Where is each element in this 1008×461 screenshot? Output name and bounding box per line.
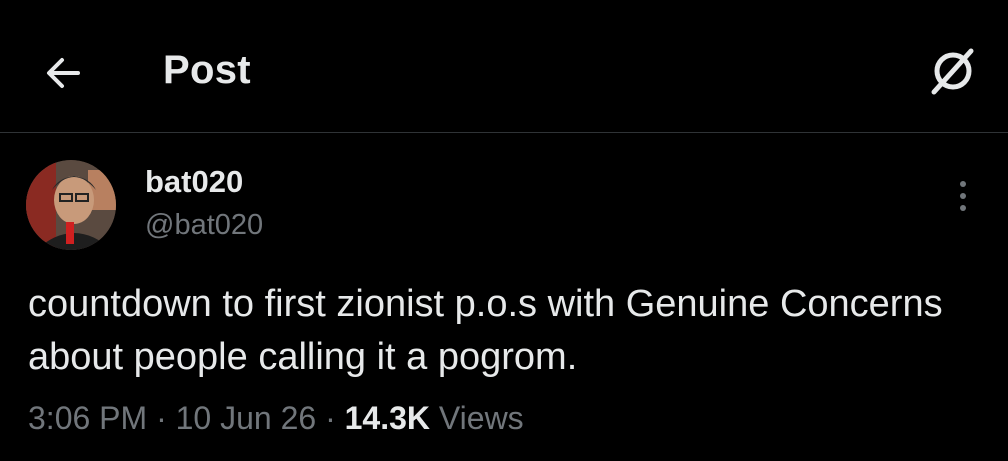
grok-button[interactable] [926, 44, 980, 98]
more-options-button[interactable] [948, 178, 978, 214]
meta-separator: · [325, 400, 336, 436]
avatar[interactable] [26, 160, 116, 250]
meta-separator: · [156, 400, 167, 436]
author-display-name[interactable]: bat020 [145, 164, 243, 200]
views-count: 14.3K [344, 400, 430, 436]
post-meta: 3:06 PM · 10 Jun 26 · 14.3K Views [28, 400, 524, 437]
back-button[interactable] [40, 50, 86, 96]
more-vertical-icon [960, 181, 966, 211]
views-label: Views [438, 400, 524, 436]
post-date[interactable]: 10 Jun 26 [176, 400, 317, 436]
user-avatar [26, 160, 116, 250]
post-text: countdown to first zionist p.o.s with Ge… [28, 283, 943, 378]
arrow-left-icon [47, 58, 80, 88]
grok-icon [931, 48, 974, 95]
page-title: Post [163, 48, 251, 92]
post-time[interactable]: 3:06 PM [28, 400, 147, 436]
top-bar: Post [0, 0, 1008, 133]
author-handle[interactable]: @bat020 [145, 209, 263, 242]
